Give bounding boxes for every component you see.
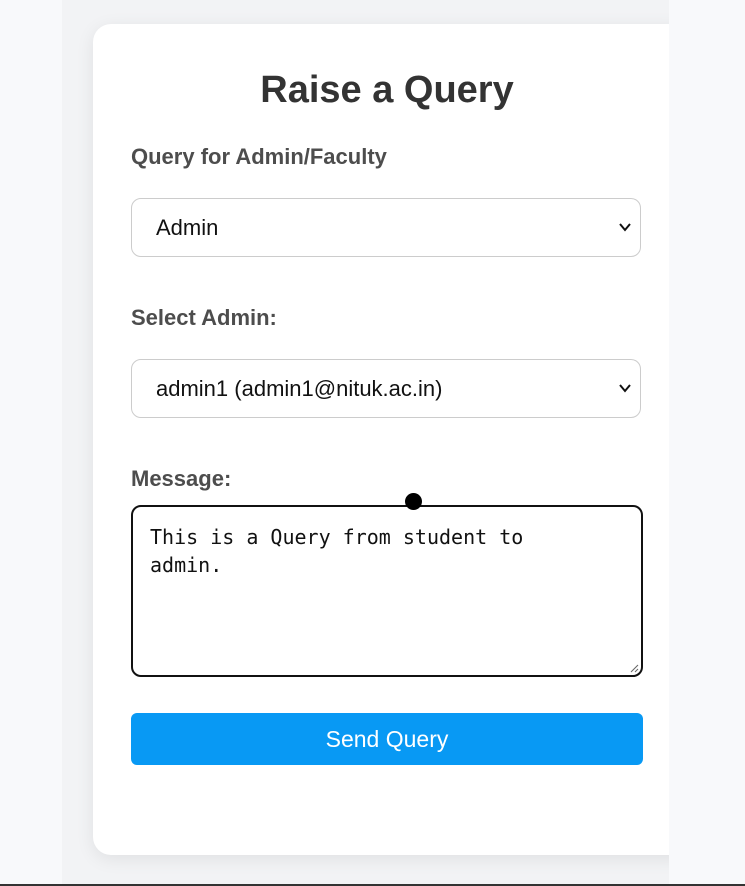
cursor-indicator — [405, 493, 422, 510]
chevron-down-icon — [619, 384, 631, 393]
page-title: Raise a Query — [260, 69, 514, 111]
message-text: This is a Query from student to admin. — [150, 525, 524, 577]
message-textarea[interactable]: This is a Query from student to admin. — [131, 505, 643, 677]
select-admin-selected-value: admin1 (admin1@nituk.ac.in) — [156, 376, 443, 401]
chevron-down-icon — [619, 223, 631, 232]
message-label: Message: — [131, 466, 232, 491]
right-margin — [669, 0, 745, 884]
send-query-button[interactable]: Send Query — [131, 713, 643, 765]
query-for-selected-value: Admin — [156, 215, 219, 240]
query-for-label: Query for Admin/Faculty — [131, 144, 387, 169]
resize-handle-icon[interactable] — [629, 663, 639, 673]
query-for-select[interactable]: Admin — [131, 198, 641, 257]
select-admin-select[interactable]: admin1 (admin1@nituk.ac.in) — [131, 359, 641, 418]
select-admin-label: Select Admin: — [131, 305, 277, 330]
